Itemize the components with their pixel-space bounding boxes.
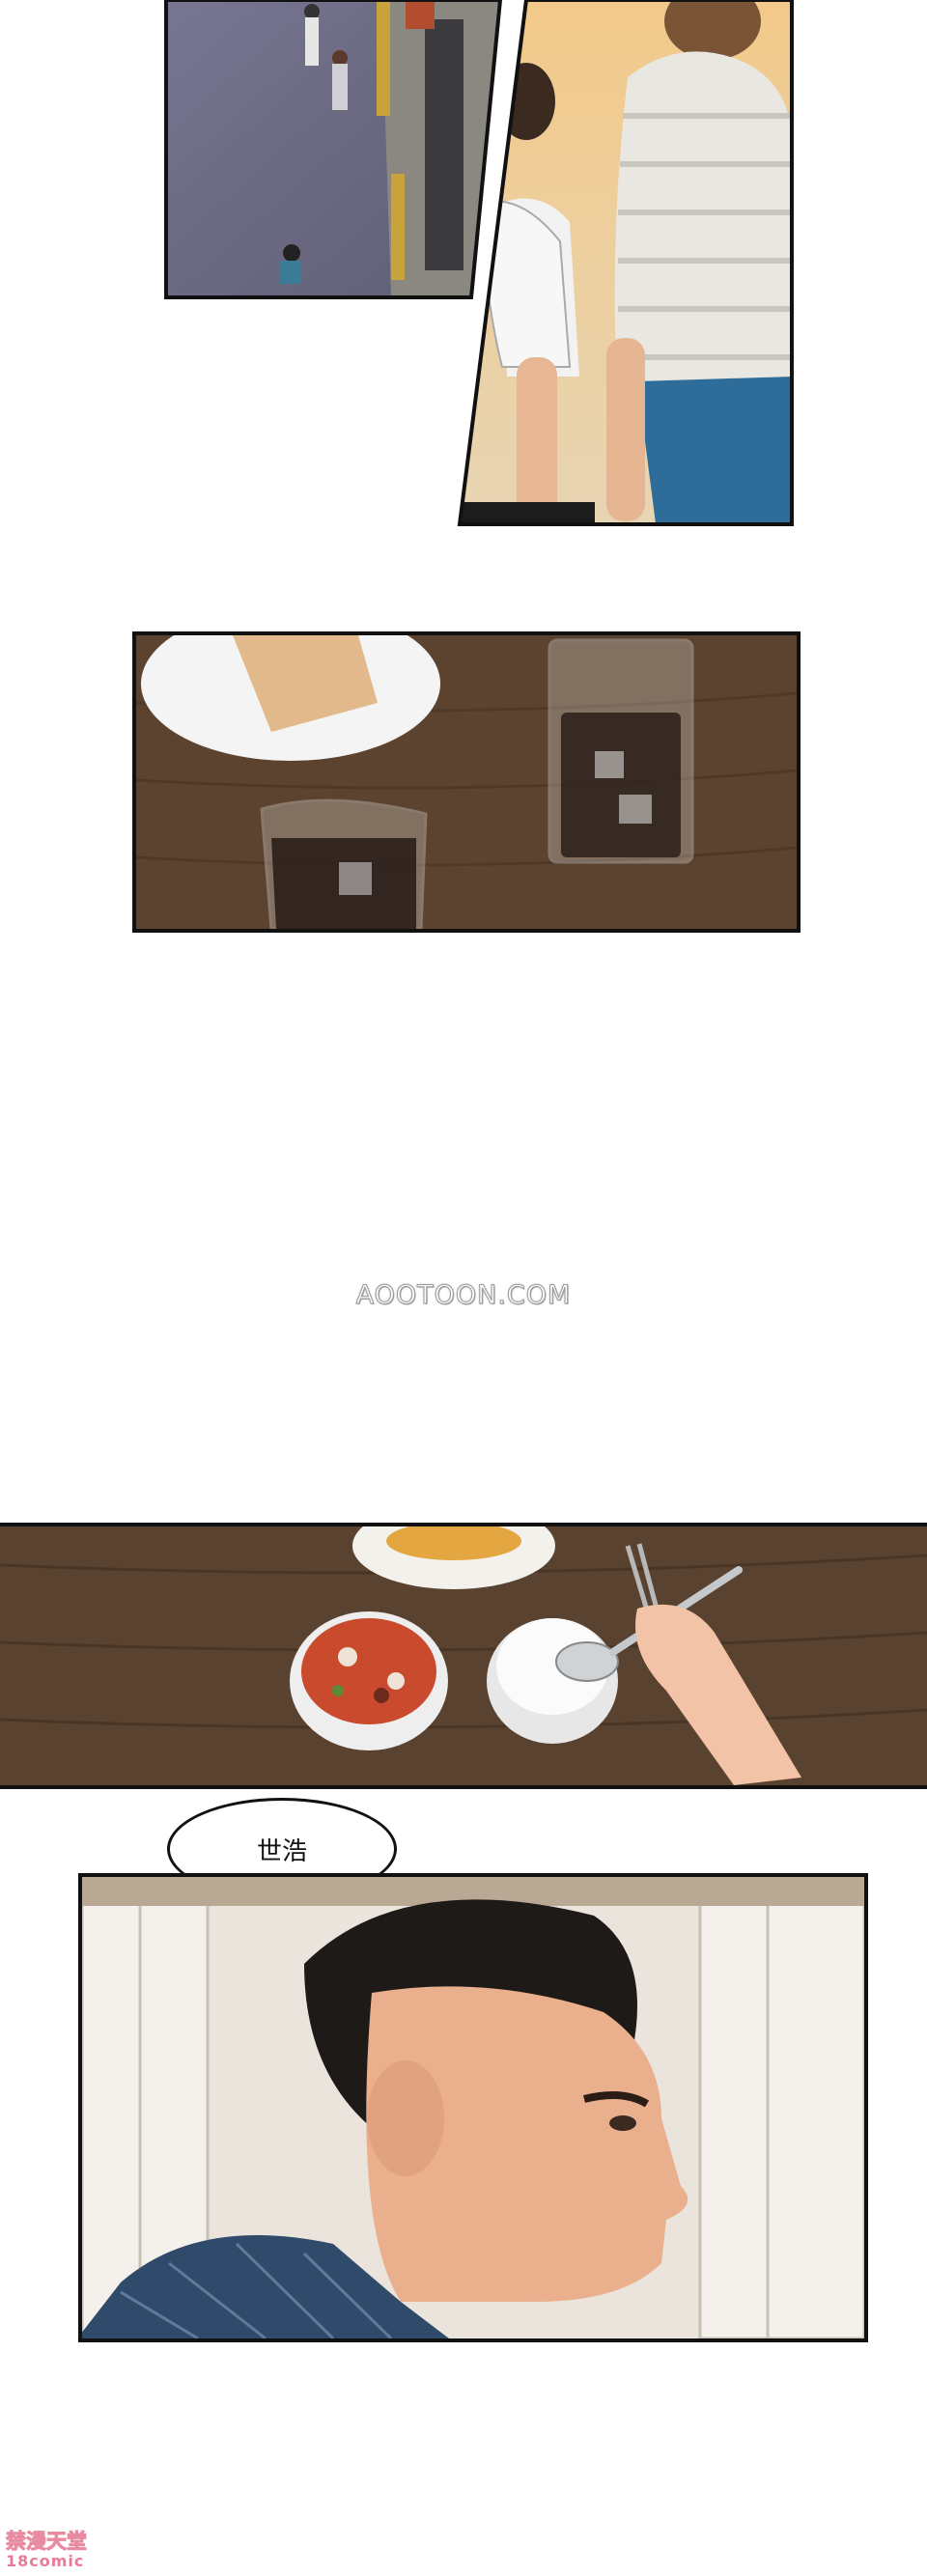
corner-logo-line1: 禁漫天堂	[6, 2530, 88, 2554]
corner-logo-line2: 18comic	[6, 2552, 85, 2570]
corner-logo: 禁漫天堂 18comic	[6, 2530, 102, 2570]
short-glass	[260, 798, 428, 929]
couple-walking-art	[457, 0, 794, 526]
watermark-text: AOOTOON.COM	[355, 1280, 572, 1311]
table-drinks-art	[136, 635, 797, 929]
rice-bowl	[487, 1618, 618, 1744]
table-drinks-panel	[132, 631, 801, 933]
man-profile-panel	[78, 1873, 868, 2342]
man-profile-art	[82, 1877, 864, 2338]
speech-bubble-text: 世浩	[256, 1836, 307, 1866]
table-meal-panel	[0, 1523, 927, 1789]
soup-bowl	[290, 1611, 448, 1750]
table-meal-art	[0, 1526, 927, 1785]
tall-glass	[548, 638, 694, 864]
couple-walking-panel	[0, 0, 927, 541]
spoon-hand	[555, 1543, 801, 1785]
